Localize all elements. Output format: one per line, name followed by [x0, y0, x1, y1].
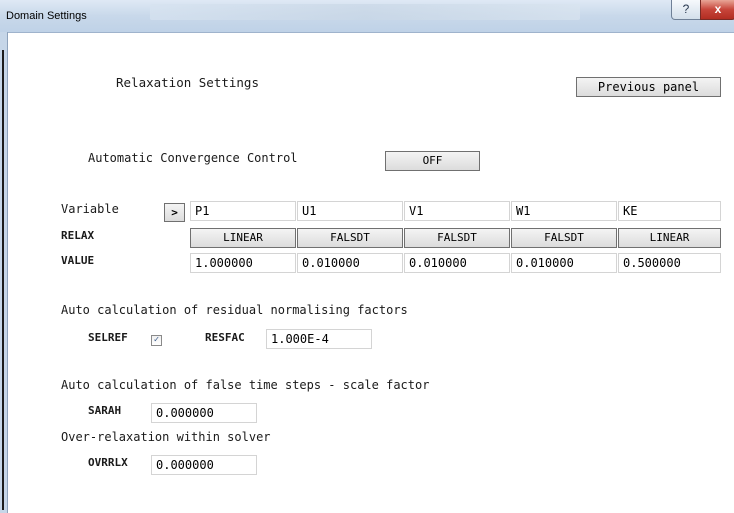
- value-field-v1[interactable]: 0.010000: [404, 253, 510, 273]
- window-title: Domain Settings: [6, 10, 87, 22]
- help-button[interactable]: ?: [671, 0, 701, 20]
- selref-label: SELREF: [88, 331, 128, 344]
- title-bar: Domain Settings ? x: [0, 0, 734, 33]
- convergence-toggle-button[interactable]: OFF: [385, 151, 480, 171]
- value-field-ke[interactable]: 0.500000: [618, 253, 721, 273]
- value-field-p1[interactable]: 1.000000: [190, 253, 296, 273]
- variable-field-v1[interactable]: V1: [404, 201, 510, 221]
- false-time-heading: Auto calculation of false time steps - s…: [61, 378, 430, 392]
- value-field-u1[interactable]: 0.010000: [297, 253, 403, 273]
- value-field-w1[interactable]: 0.010000: [511, 253, 617, 273]
- ovrrlx-field[interactable]: 0.000000: [151, 455, 257, 475]
- variable-field-ke[interactable]: KE: [618, 201, 721, 221]
- relax-label: RELAX: [61, 229, 95, 242]
- convergence-control-label: Automatic Convergence Control: [88, 151, 298, 165]
- relaxation-settings-panel: Relaxation Settings Previous panel Autom…: [8, 33, 734, 513]
- relax-button-w1[interactable]: FALSDT: [511, 228, 617, 248]
- variable-field-p1[interactable]: P1: [190, 201, 296, 221]
- previous-panel-button[interactable]: Previous panel: [576, 77, 721, 97]
- relax-button-v1[interactable]: FALSDT: [404, 228, 510, 248]
- residual-heading: Auto calculation of residual normalising…: [61, 303, 408, 317]
- sarah-field[interactable]: 0.000000: [151, 403, 257, 423]
- close-button[interactable]: x: [700, 0, 734, 20]
- variable-field-w1[interactable]: W1: [511, 201, 617, 221]
- over-relaxation-heading: Over-relaxation within solver: [61, 430, 271, 444]
- sarah-label: SARAH: [88, 404, 122, 417]
- ovrrlx-label: OVRRLX: [88, 456, 128, 469]
- expand-variables-button[interactable]: >: [164, 203, 185, 222]
- selref-checkbox[interactable]: ✓: [151, 335, 162, 346]
- resfac-label: RESFAC: [205, 331, 245, 344]
- relax-button-ke[interactable]: LINEAR: [618, 228, 721, 248]
- resfac-field[interactable]: 1.000E-4: [266, 329, 372, 349]
- variable-label: Variable: [61, 202, 119, 216]
- relax-button-p1[interactable]: LINEAR: [190, 228, 296, 248]
- value-label: VALUE: [61, 254, 95, 267]
- title-bar-background: [150, 4, 580, 20]
- relax-button-u1[interactable]: FALSDT: [297, 228, 403, 248]
- variable-field-u1[interactable]: U1: [297, 201, 403, 221]
- window-left-border: [0, 32, 8, 513]
- panel-title: Relaxation Settings: [116, 75, 259, 90]
